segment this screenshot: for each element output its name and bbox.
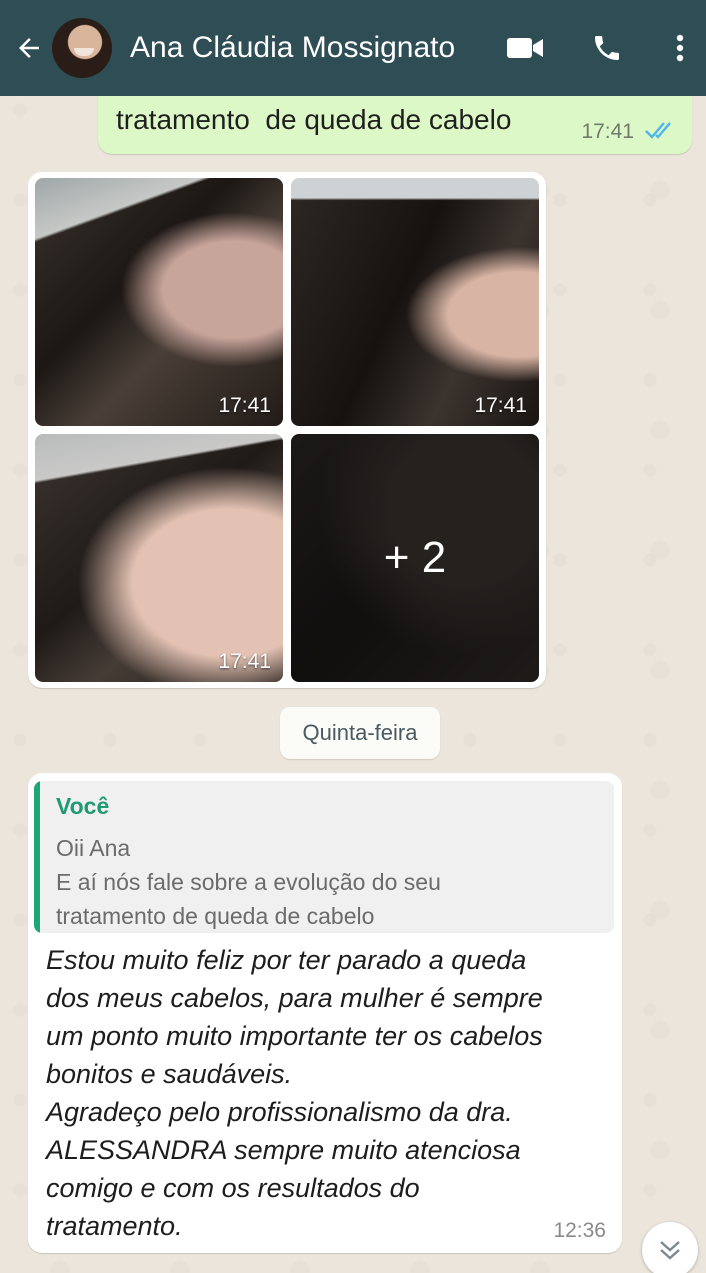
photo-time: 17:41 xyxy=(474,394,527,417)
more-options-button[interactable] xyxy=(662,0,698,96)
double-chevron-down-icon xyxy=(660,1241,680,1260)
message-line: comigo e com os resultados do xyxy=(46,1173,420,1203)
photo-time: 17:41 xyxy=(218,394,271,417)
message-line: dos meus cabelos, para mulher é sempre xyxy=(46,983,543,1013)
quote-author: Você xyxy=(56,793,110,819)
quoted-reply[interactable]: Você Oii Ana E aí nós fale sobre a evolu… xyxy=(34,781,614,933)
avatar[interactable] xyxy=(52,18,112,78)
message-text: Estou muito feliz por ter parado a queda… xyxy=(46,941,606,1245)
message-line: Agradeço pelo profissionalismo da dra. xyxy=(46,1097,513,1127)
message-line: Estou muito feliz por ter parado a queda xyxy=(46,945,527,975)
quote-line: Oii Ana xyxy=(56,835,131,861)
message-line: um ponto muito importante ter os cabelos xyxy=(46,1021,543,1051)
contact-name[interactable]: Ana Cláudia Mossignato xyxy=(130,31,455,65)
more-photos-tile[interactable]: + 2 xyxy=(291,434,539,682)
message-line: tratamento. xyxy=(46,1211,183,1241)
more-photos-count: + 2 xyxy=(383,533,447,582)
voice-call-icon xyxy=(595,36,619,60)
scroll-to-bottom-button[interactable] xyxy=(642,1222,698,1273)
message-line: bonitos e saudáveis. xyxy=(46,1059,293,1089)
message-line: ALESSANDRA sempre muito atenciosa xyxy=(46,1135,521,1165)
chat-header: Ana Cláudia Mossignato xyxy=(0,0,706,96)
incoming-message[interactable]: Você Oii Ana E aí nós fale sobre a evolu… xyxy=(28,773,622,1253)
quote-line: tratamento de queda de cabelo xyxy=(56,903,375,929)
message-text: tratamento de queda de cabelo xyxy=(116,104,512,135)
message-time: 17:41 xyxy=(581,120,634,143)
message-time: 12:36 xyxy=(553,1219,606,1242)
quote-line: E aí nós fale sobre a evolução do seu xyxy=(56,869,441,895)
date-divider: Quinta-feira xyxy=(280,707,440,759)
media-album-message: 17:41 17:41 17:41 + 2 xyxy=(28,172,546,688)
more-options-icon xyxy=(676,34,684,62)
photo-thumbnail[interactable]: 17:41 xyxy=(35,434,283,682)
voice-call-button[interactable] xyxy=(584,0,630,96)
read-ticks-icon xyxy=(645,122,671,139)
back-arrow-icon xyxy=(19,38,39,58)
back-button[interactable] xyxy=(6,0,52,96)
video-call-icon xyxy=(507,38,543,58)
photo-thumbnail[interactable]: 17:41 xyxy=(35,178,283,426)
quote-accent-bar xyxy=(34,781,40,933)
photo-time: 17:41 xyxy=(218,650,271,673)
photo-thumbnail[interactable]: 17:41 xyxy=(291,178,539,426)
video-call-button[interactable] xyxy=(500,0,550,96)
